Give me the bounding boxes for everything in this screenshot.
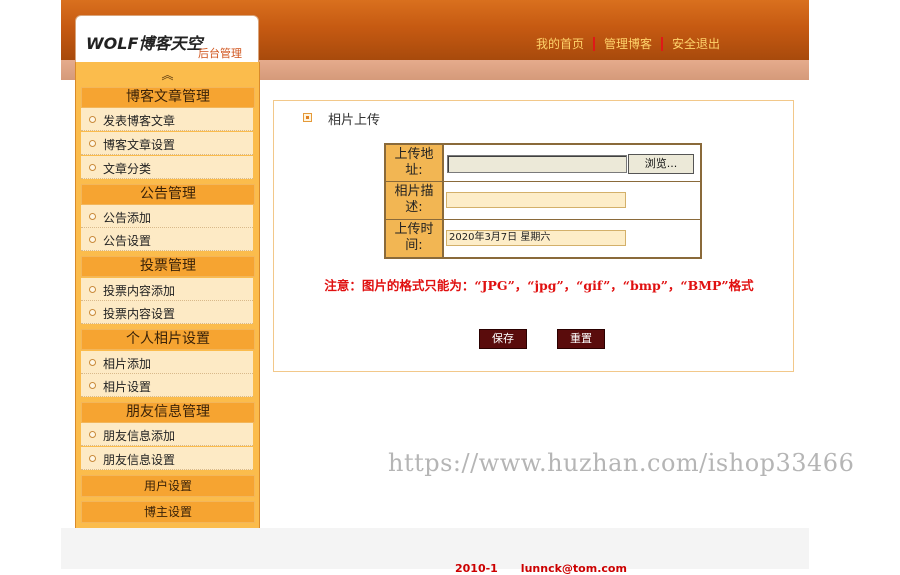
sidebar-item-vote-settings[interactable]: 投票内容设置	[81, 301, 253, 324]
reset-button[interactable]: 重置	[557, 329, 605, 349]
bullet-icon	[89, 382, 96, 389]
sidebar-item-announcement-settings[interactable]: 公告设置	[81, 228, 253, 251]
nav-home-link[interactable]: 我的首页	[527, 35, 593, 52]
watermark-text: https://www.huzhan.com/ishop33466	[388, 449, 855, 477]
nav-logout-link[interactable]: 安全退出	[663, 35, 729, 52]
bullet-icon	[89, 140, 96, 147]
bullet-icon	[89, 236, 96, 243]
sidebar-item-label: 公告设置	[103, 234, 152, 248]
nav-manage-blog-link[interactable]: 管理博客	[595, 35, 661, 52]
title-bullet-icon	[303, 113, 312, 122]
sidebar-section-blog-articles[interactable]: 博客文章管理	[81, 87, 255, 108]
bullet-icon	[89, 359, 96, 366]
form-cell: 2020年3月7日 星期六	[444, 220, 700, 257]
bullet-icon	[89, 164, 96, 171]
page-title: 相片上传	[328, 113, 381, 128]
save-button[interactable]: 保存	[479, 329, 527, 349]
sidebar-item-add-announcement[interactable]: 公告添加	[81, 205, 253, 228]
file-path-input[interactable]	[447, 155, 627, 173]
upload-time-label: 上传时间:	[386, 220, 444, 257]
bullet-icon	[89, 116, 96, 123]
upload-address-label: 上传地址:	[386, 145, 444, 181]
sidebar-section-votes[interactable]: 投票管理	[81, 256, 255, 277]
sidebar-item-post-article[interactable]: 发表博客文章	[81, 108, 253, 131]
bullet-icon	[89, 213, 96, 220]
sidebar-item-add-friend[interactable]: 朋友信息添加	[81, 423, 253, 446]
sidebar-item-add-photo[interactable]: 相片添加	[81, 351, 253, 374]
sidebar-item-label: 相片添加	[103, 357, 152, 371]
collapse-up-icon[interactable]: ︽	[76, 66, 259, 83]
footer: 2010-1 lunnck@tom.com	[61, 528, 809, 575]
bullet-icon	[89, 309, 96, 316]
description-input[interactable]	[446, 192, 626, 208]
sidebar-item-label: 朋友信息添加	[103, 429, 176, 443]
sidebar-item-label: 文章分类	[103, 162, 152, 176]
sidebar-section-photos[interactable]: 个人相片设置	[81, 329, 255, 350]
sidebar-item-label: 投票内容设置	[103, 307, 176, 321]
sidebar-section-announcements[interactable]: 公告管理	[81, 184, 255, 205]
photo-description-label: 相片描述:	[386, 182, 444, 219]
page-wrapper: 我的首页 管理博客 安全退出 WOLF博客天空 后台管理 ︽ 博客文章管理 发表…	[61, 0, 809, 575]
sidebar-section-friends[interactable]: 朋友信息管理	[81, 402, 255, 423]
form-cell: 浏览...	[444, 145, 700, 181]
sidebar-item-label: 博客文章设置	[103, 138, 176, 152]
sidebar-item-article-settings[interactable]: 博客文章设置	[81, 132, 253, 155]
form-row-upload: 上传地址: 浏览...	[386, 145, 700, 182]
upload-form: 上传地址: 浏览... 相片描述: 上传时间: 2020年3月7日 星期六	[384, 143, 702, 259]
sidebar-item-label: 相片设置	[103, 380, 152, 394]
sidebar-item-friend-settings[interactable]: 朋友信息设置	[81, 447, 253, 470]
sidebar-item-photo-settings[interactable]: 相片设置	[81, 374, 253, 397]
sidebar-link-blogger-settings[interactable]: 博主设置	[81, 501, 255, 523]
bullet-icon	[89, 431, 96, 438]
logo: WOLF博客天空 后台管理	[75, 15, 259, 63]
sidebar-item-label: 发表博客文章	[103, 114, 176, 128]
upload-panel: 相片上传 上传地址: 浏览... 相片描述: 上传时间: 2020年3月7日 星…	[273, 100, 794, 372]
form-cell	[444, 182, 700, 219]
sidebar-link-user-settings[interactable]: 用户设置	[81, 475, 255, 497]
form-row-time: 上传时间: 2020年3月7日 星期六	[386, 220, 700, 257]
sidebar-item-label: 公告添加	[103, 211, 152, 225]
sidebar-item-add-vote[interactable]: 投票内容添加	[81, 278, 253, 301]
bullet-icon	[89, 286, 96, 293]
browse-button[interactable]: 浏览...	[628, 154, 694, 174]
logo-title: WOLF博客天空	[86, 34, 203, 53]
form-row-description: 相片描述:	[386, 182, 700, 220]
sidebar: ︽ 博客文章管理 发表博客文章 博客文章设置 文章分类 公告管理 公告添加 公告…	[75, 62, 260, 530]
sidebar-item-label: 朋友信息设置	[103, 453, 176, 467]
upload-time-input[interactable]: 2020年3月7日 星期六	[446, 230, 626, 246]
sidebar-item-article-categories[interactable]: 文章分类	[81, 156, 253, 179]
top-nav: 我的首页 管理博客 安全退出	[527, 35, 729, 52]
bullet-icon	[89, 455, 96, 462]
sidebar-item-label: 投票内容添加	[103, 284, 176, 298]
logo-subtitle: 后台管理	[198, 47, 242, 60]
format-note: 注意：图片的格式只能为：“JPG”，“jpg”，“gif”，“bmp”，“BMP…	[324, 278, 754, 293]
